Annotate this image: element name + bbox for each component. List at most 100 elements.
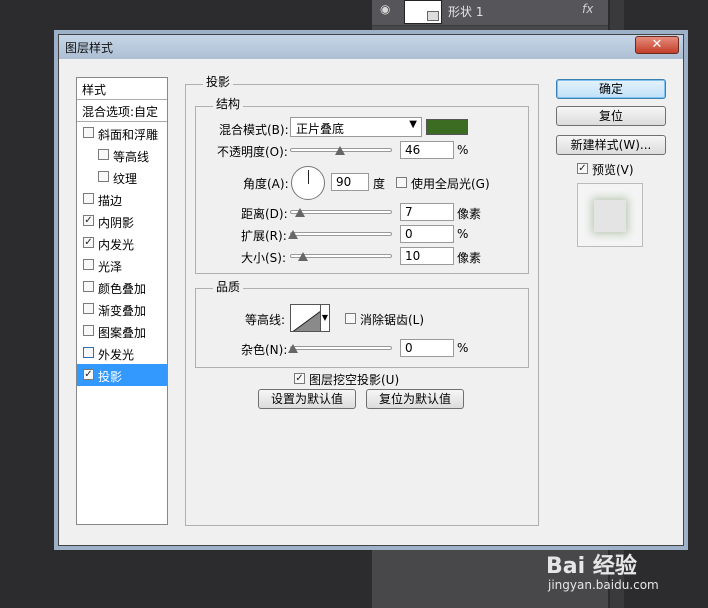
size-label: 大小(S):: [241, 251, 287, 265]
baidu-jingyan-logo: Bai 经验: [546, 554, 637, 579]
checkbox[interactable]: [83, 259, 94, 270]
ok-button[interactable]: 确定: [556, 79, 666, 99]
spread-unit: %: [457, 227, 469, 241]
size-input[interactable]: 10: [400, 247, 454, 265]
list-item-label: 外发光: [98, 348, 135, 362]
list-item-label: 纹理: [113, 172, 138, 186]
blend-options-item[interactable]: 混合选项:自定: [77, 100, 167, 122]
layer-thumbnail: [404, 0, 442, 24]
preview-thumbnail: [594, 200, 626, 232]
opacity-slider-thumb[interactable]: [335, 146, 345, 155]
list-item-contour[interactable]: 等高线: [77, 144, 167, 166]
close-button[interactable]: ✕: [635, 36, 679, 54]
knockout-checkbox[interactable]: ✓: [294, 373, 305, 384]
fx-icon[interactable]: fx: [582, 2, 593, 16]
checkbox[interactable]: [98, 171, 109, 182]
checkbox[interactable]: [98, 149, 109, 160]
blend-mode-value: 正片叠底: [296, 122, 345, 136]
eye-icon[interactable]: ◉: [380, 2, 390, 16]
angle-label: 角度(A):: [243, 177, 289, 191]
opacity-input[interactable]: 46: [400, 141, 454, 159]
spread-slider-thumb[interactable]: [288, 230, 298, 239]
spread-slider[interactable]: [290, 232, 392, 236]
blend-mode-select[interactable]: 正片叠底 ▼: [290, 117, 422, 137]
new-style-button[interactable]: 新建样式(W)...: [556, 135, 666, 155]
preview-label[interactable]: 预览(V): [592, 161, 634, 178]
size-unit: 像素: [457, 251, 482, 265]
angle-unit: 度: [373, 177, 386, 191]
blend-mode-label: 混合模式(B):: [219, 123, 289, 137]
noise-label: 杂色(N):: [241, 343, 288, 357]
anti-aliased-checkbox[interactable]: [345, 313, 356, 324]
knockout-label[interactable]: 图层挖空投影(U): [309, 371, 399, 388]
checkbox[interactable]: [83, 281, 94, 292]
distance-unit: 像素: [457, 207, 482, 221]
list-item-label: 渐变叠加: [98, 304, 147, 318]
angle-dial[interactable]: [291, 166, 325, 200]
dropdown-arrow-icon: ▼: [409, 119, 417, 130]
style-list: 样式 混合选项:自定 斜面和浮雕 等高线 纹理 描边 ✓ 内阴影 ✓ 内发光 光泽 …: [76, 77, 168, 525]
reset-default-button[interactable]: 复位为默认值: [366, 389, 464, 409]
list-item-color-overlay[interactable]: 颜色叠加: [77, 276, 167, 298]
noise-input[interactable]: 0: [400, 339, 454, 357]
checkbox[interactable]: [83, 325, 94, 336]
spread-input[interactable]: 0: [400, 225, 454, 243]
anti-aliased-label[interactable]: 消除锯齿(L): [360, 311, 424, 328]
list-item-label: 内阴影: [98, 216, 135, 230]
noise-slider-thumb[interactable]: [288, 344, 298, 353]
list-item-label: 投影: [98, 370, 123, 384]
opacity-unit: %: [457, 143, 469, 157]
title-bar[interactable]: 图层样式 ✕: [59, 35, 683, 59]
style-preview: [577, 183, 643, 247]
list-item-inner-shadow[interactable]: ✓ 内阴影: [77, 210, 167, 232]
list-item-satin[interactable]: 光泽: [77, 254, 167, 276]
size-slider-thumb[interactable]: [298, 252, 308, 261]
quality-title: 品质: [213, 278, 244, 295]
checkbox[interactable]: [83, 347, 94, 358]
checkbox[interactable]: [83, 303, 94, 314]
contour-dropdown-icon[interactable]: ▼: [320, 304, 330, 332]
list-item-stroke[interactable]: 描边: [77, 188, 167, 210]
list-item-label: 光泽: [98, 260, 123, 274]
opacity-label: 不透明度(O):: [217, 145, 288, 159]
distance-slider[interactable]: [290, 210, 392, 214]
checkbox-checked[interactable]: ✓: [83, 237, 94, 248]
styles-header[interactable]: 样式: [77, 78, 167, 100]
list-item-label: 描边: [98, 194, 123, 208]
layer-style-dialog: 图层样式 ✕ 样式 混合选项:自定 斜面和浮雕 等高线 纹理 描边 ✓ 内阴影 ✓…: [58, 34, 684, 546]
checkbox[interactable]: [83, 193, 94, 204]
list-item-pattern-overlay[interactable]: 图案叠加: [77, 320, 167, 342]
distance-input[interactable]: 7: [400, 203, 454, 221]
list-item-inner-glow[interactable]: ✓ 内发光: [77, 232, 167, 254]
noise-unit: %: [457, 341, 469, 355]
global-light-checkbox[interactable]: [396, 177, 407, 188]
distance-label: 距离(D):: [241, 207, 288, 221]
checkbox-checked[interactable]: ✓: [83, 369, 94, 380]
list-item-label: 颜色叠加: [98, 282, 147, 296]
list-item-drop-shadow[interactable]: ✓ 投影: [77, 364, 167, 386]
contour-label: 等高线:: [245, 313, 286, 327]
list-item-label: 等高线: [113, 150, 150, 164]
list-item-outer-glow[interactable]: 外发光: [77, 342, 167, 364]
structure-title: 结构: [213, 95, 244, 112]
dialog-title: 图层样式: [65, 41, 114, 55]
reset-button[interactable]: 复位: [556, 106, 666, 126]
list-item-bevel-emboss[interactable]: 斜面和浮雕: [77, 122, 167, 144]
layer-name[interactable]: 形状 1: [448, 3, 483, 20]
list-item-label: 斜面和浮雕: [98, 128, 159, 142]
angle-input[interactable]: 90: [331, 173, 369, 191]
list-item-label: 内发光: [98, 238, 135, 252]
make-default-button[interactable]: 设置为默认值: [258, 389, 356, 409]
mask-icon: [427, 11, 439, 21]
list-item-gradient-overlay[interactable]: 渐变叠加: [77, 298, 167, 320]
checkbox[interactable]: [83, 127, 94, 138]
global-light-label[interactable]: 使用全局光(G): [411, 175, 490, 192]
angle-dial-needle: [308, 170, 309, 184]
checkbox-checked[interactable]: ✓: [83, 215, 94, 226]
shadow-color-swatch[interactable]: [426, 119, 468, 135]
list-item-texture[interactable]: 纹理: [77, 166, 167, 188]
preview-checkbox[interactable]: ✓: [577, 163, 588, 174]
distance-slider-thumb[interactable]: [295, 208, 305, 217]
noise-slider[interactable]: [290, 346, 392, 350]
list-item-label: 图案叠加: [98, 326, 147, 340]
